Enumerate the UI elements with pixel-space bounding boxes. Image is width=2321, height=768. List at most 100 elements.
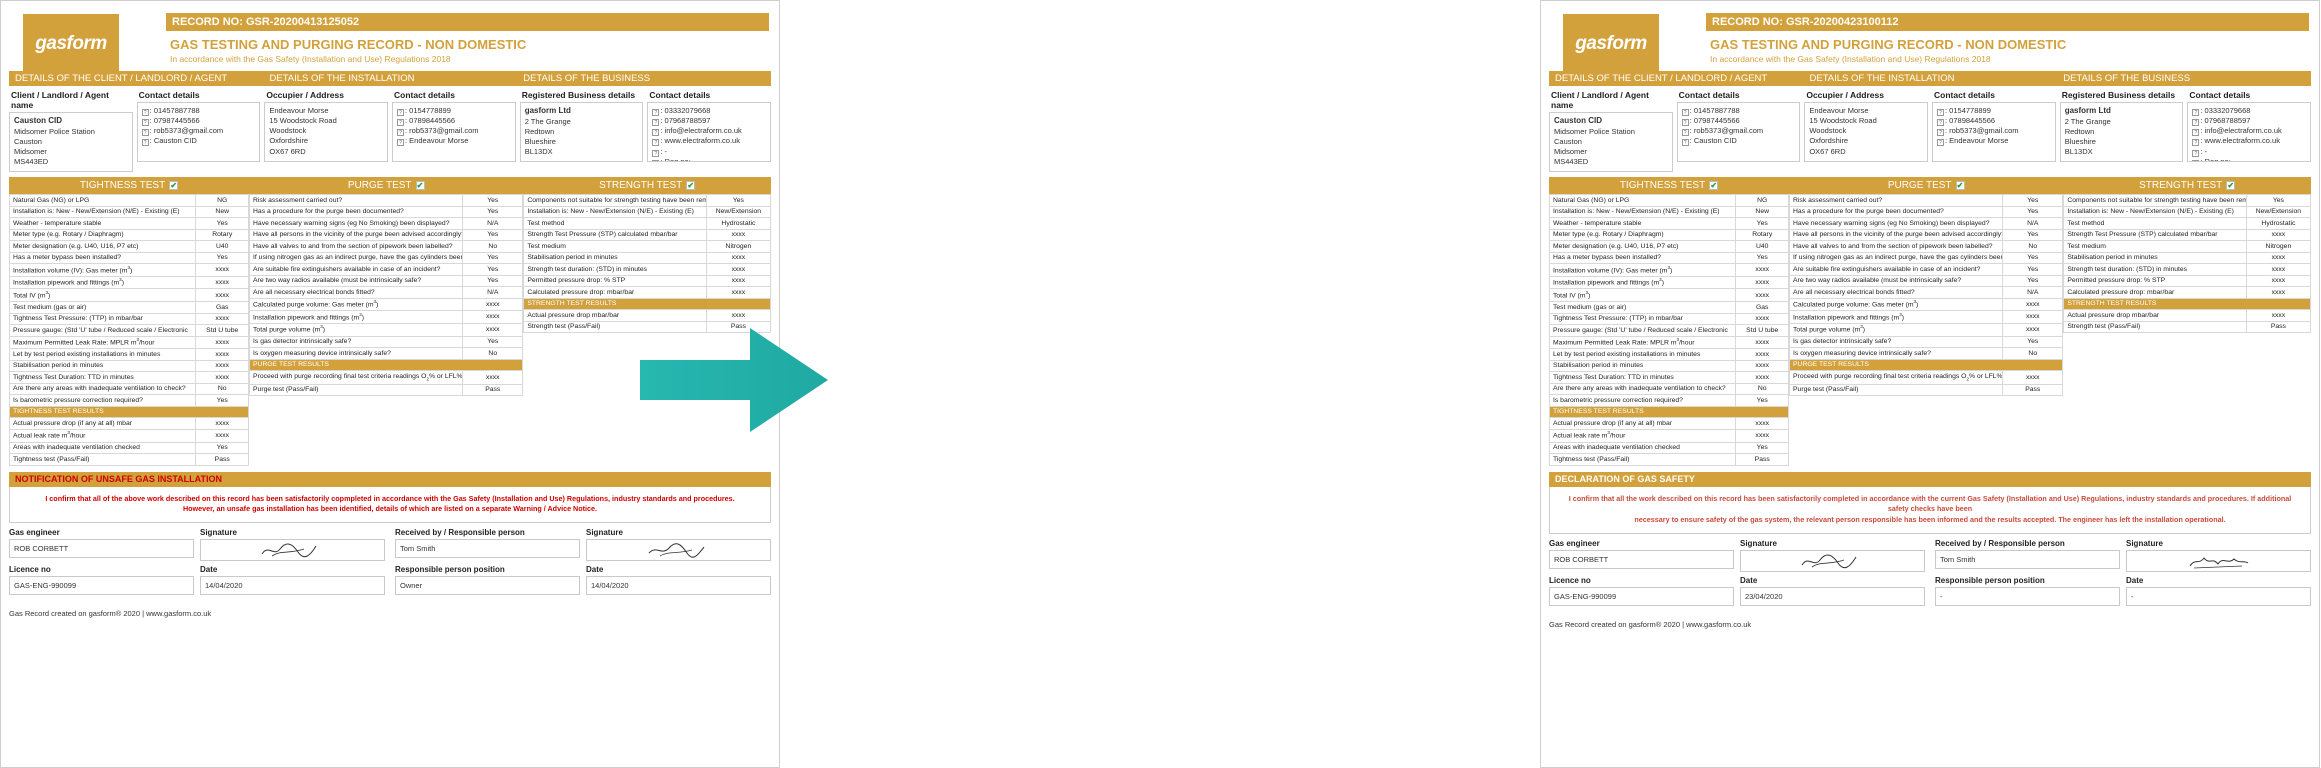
- table-cell-value[interactable]: New: [195, 205, 250, 218]
- table-cell-value[interactable]: Yes: [1735, 441, 1790, 455]
- table-cell-value[interactable]: Gas: [1735, 301, 1790, 314]
- table-cell-value[interactable]: xxxx: [462, 310, 524, 324]
- table-cell-value[interactable]: Yes: [1735, 251, 1790, 264]
- table-cell-value[interactable]: No: [462, 240, 524, 253]
- table-cell-value[interactable]: Pass: [705, 320, 771, 333]
- responsible-date-value[interactable]: 14/04/2020: [586, 576, 771, 596]
- table-cell-value[interactable]: xxxx: [1735, 288, 1790, 303]
- table-cell-value[interactable]: xxxx: [195, 312, 250, 326]
- table-cell-value[interactable]: xxxx: [2002, 370, 2064, 385]
- table-cell-value[interactable]: Yes: [2002, 263, 2064, 276]
- table-cell-value[interactable]: Yes: [462, 205, 524, 218]
- table-cell-value[interactable]: xxxx: [462, 370, 524, 385]
- table-cell-value[interactable]: Rotary: [1735, 228, 1790, 241]
- table-cell-value[interactable]: Yes: [462, 251, 524, 264]
- table-cell-value[interactable]: Hydrostatic: [2245, 217, 2311, 230]
- table-cell-value[interactable]: Hydrostatic: [705, 217, 771, 230]
- table-cell-value[interactable]: NG: [1735, 194, 1790, 207]
- table-cell-value[interactable]: Yes: [2002, 251, 2064, 264]
- table-cell-value[interactable]: N/A: [2002, 217, 2064, 230]
- table-cell-value[interactable]: Yes: [195, 251, 250, 264]
- table-cell-value[interactable]: No: [195, 382, 250, 396]
- table-cell-value[interactable]: xxxx: [1735, 417, 1790, 430]
- table-cell-value[interactable]: xxxx: [462, 322, 524, 337]
- table-cell-value[interactable]: xxxx: [2002, 310, 2064, 324]
- table-cell-value[interactable]: Pass: [2002, 383, 2064, 396]
- table-cell-value[interactable]: New: [1735, 205, 1790, 218]
- engineer-value[interactable]: ROB CORBETT: [9, 539, 194, 559]
- table-cell-value[interactable]: xxxx: [1735, 312, 1790, 326]
- table-cell-value[interactable]: Yes: [2002, 194, 2064, 207]
- table-cell-value[interactable]: Yes: [462, 335, 524, 349]
- table-cell-value[interactable]: New/Extension: [705, 205, 771, 218]
- table-cell-value[interactable]: xxxx: [195, 263, 250, 277]
- table-cell-value[interactable]: xxxx: [462, 297, 524, 312]
- table-cell-value[interactable]: Std U tube: [195, 324, 250, 337]
- table-cell-value[interactable]: Rotary: [195, 228, 250, 241]
- table-cell-value[interactable]: No: [2002, 240, 2064, 253]
- table-cell-value[interactable]: Yes: [462, 194, 524, 207]
- table-cell-value[interactable]: New/Extension: [2245, 205, 2311, 218]
- responsible-position-value[interactable]: Owner: [395, 576, 580, 596]
- table-cell-value[interactable]: Yes: [2002, 274, 2064, 287]
- licence-value[interactable]: GAS-ENG-990099: [1549, 587, 1734, 607]
- table-cell-value[interactable]: xxxx: [1735, 275, 1790, 290]
- table-cell-value[interactable]: N/A: [2002, 286, 2064, 299]
- table-cell-value[interactable]: xxxx: [195, 371, 250, 384]
- table-cell-value[interactable]: xxxx: [2245, 228, 2311, 241]
- table-cell-value[interactable]: Yes: [2002, 228, 2064, 241]
- table-cell-value[interactable]: Pass: [1735, 453, 1790, 466]
- engineer-date-value[interactable]: 14/04/2020: [200, 576, 385, 596]
- table-cell-value[interactable]: xxxx: [195, 428, 250, 443]
- engineer-signature-box[interactable]: [1740, 550, 1925, 573]
- table-cell-value[interactable]: Yes: [195, 217, 250, 230]
- table-cell-value[interactable]: Yes: [462, 228, 524, 241]
- table-cell-value[interactable]: N/A: [462, 286, 524, 299]
- table-cell-value[interactable]: Gas: [195, 301, 250, 314]
- engineer-signature-box[interactable]: [200, 539, 385, 562]
- table-cell-value[interactable]: Pass: [195, 453, 250, 466]
- table-cell-value[interactable]: xxxx: [1735, 371, 1790, 384]
- table-cell-value[interactable]: No: [462, 347, 524, 360]
- table-cell-value[interactable]: xxxx: [195, 359, 250, 373]
- table-cell-value[interactable]: xxxx: [705, 309, 771, 322]
- table-cell-value[interactable]: xxxx: [1735, 359, 1790, 373]
- responsible-person-value[interactable]: Tom Smith: [395, 539, 580, 559]
- table-cell-value[interactable]: xxxx: [2245, 309, 2311, 322]
- table-cell-value[interactable]: Pass: [2245, 320, 2311, 333]
- table-cell-value[interactable]: No: [2002, 347, 2064, 360]
- table-cell-value[interactable]: NG: [195, 194, 250, 207]
- responsible-signature-box[interactable]: [2126, 550, 2311, 573]
- table-cell-value[interactable]: xxxx: [705, 251, 771, 264]
- table-cell-value[interactable]: xxxx: [2002, 322, 2064, 337]
- table-cell-value[interactable]: Yes: [195, 394, 250, 407]
- table-cell-value[interactable]: Yes: [1735, 394, 1790, 407]
- table-cell-value[interactable]: No: [1735, 382, 1790, 396]
- table-cell-value[interactable]: Yes: [705, 194, 771, 207]
- table-cell-value[interactable]: xxxx: [2245, 274, 2311, 287]
- table-cell-value[interactable]: xxxx: [705, 228, 771, 241]
- table-cell-value[interactable]: Nitrogen: [705, 240, 771, 253]
- table-cell-value[interactable]: xxxx: [195, 275, 250, 290]
- engineer-value[interactable]: ROB CORBETT: [1549, 550, 1734, 570]
- table-cell-value[interactable]: xxxx: [1735, 428, 1790, 443]
- table-cell-value[interactable]: xxxx: [1735, 348, 1790, 361]
- table-cell-value[interactable]: xxxx: [195, 348, 250, 361]
- table-cell-value[interactable]: xxxx: [195, 288, 250, 303]
- table-cell-value[interactable]: xxxx: [705, 263, 771, 276]
- table-cell-value[interactable]: Std U tube: [1735, 324, 1790, 337]
- table-cell-value[interactable]: xxxx: [1735, 335, 1790, 350]
- table-cell-value[interactable]: N/A: [462, 217, 524, 230]
- table-cell-value[interactable]: Yes: [2245, 194, 2311, 207]
- responsible-person-value[interactable]: Tom Smith: [1935, 550, 2120, 570]
- table-cell-value[interactable]: xxxx: [705, 286, 771, 299]
- responsible-date-value[interactable]: -: [2126, 587, 2311, 607]
- table-cell-value[interactable]: xxxx: [705, 274, 771, 287]
- table-cell-value[interactable]: Yes: [462, 274, 524, 287]
- table-cell-value[interactable]: U40: [1735, 240, 1790, 253]
- table-cell-value[interactable]: xxxx: [1735, 263, 1790, 277]
- table-cell-value[interactable]: xxxx: [2245, 251, 2311, 264]
- table-cell-value[interactable]: Yes: [195, 441, 250, 455]
- table-cell-value[interactable]: xxxx: [2245, 286, 2311, 299]
- table-cell-value[interactable]: Yes: [462, 263, 524, 276]
